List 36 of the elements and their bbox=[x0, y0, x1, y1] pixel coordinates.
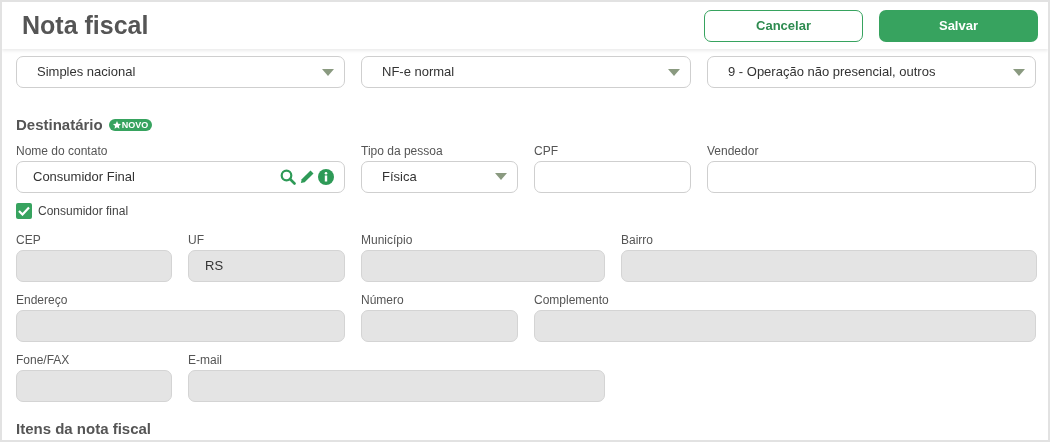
caret-icon bbox=[495, 173, 507, 180]
field-label: Fone/FAX bbox=[16, 351, 71, 368]
field-label: Bairro bbox=[621, 231, 654, 248]
field-label: UF bbox=[188, 231, 205, 248]
caret-icon bbox=[668, 68, 680, 76]
select-field[interactable]: Simples nacional bbox=[16, 56, 345, 88]
input-field[interactable] bbox=[707, 160, 1036, 193]
field-label: Número bbox=[361, 291, 405, 308]
pencil-icon[interactable] bbox=[299, 168, 315, 185]
caret-icon bbox=[1013, 68, 1025, 76]
section-title: Destinatário bbox=[16, 115, 103, 135]
select-field[interactable]: NF-e normal bbox=[361, 56, 691, 88]
section-title: Itens da nota fiscal bbox=[16, 419, 153, 438]
field-label: Tipo da pessoa bbox=[361, 142, 444, 159]
checkbox-label: Consumidor final bbox=[38, 202, 129, 220]
select-field[interactable]: 9 - Operação não presencial, outros bbox=[707, 56, 1036, 88]
field-label: Vendedor bbox=[707, 142, 760, 159]
field-label: E-mail bbox=[188, 351, 223, 368]
check-icon bbox=[18, 205, 30, 216]
select-field[interactable]: Física bbox=[361, 160, 518, 193]
cancel-button[interactable]: Cancelar bbox=[704, 9, 863, 42]
info-icon[interactable] bbox=[318, 168, 334, 185]
checkbox[interactable] bbox=[16, 202, 32, 219]
input-field[interactable] bbox=[534, 160, 691, 193]
field-label: Nome do contato bbox=[16, 142, 109, 159]
page-title: Nota fiscal bbox=[22, 9, 149, 41]
new-badge: NOVO bbox=[108, 119, 153, 132]
field-label: CPF bbox=[534, 142, 559, 159]
field-label: Município bbox=[361, 231, 414, 248]
field-label: CEP bbox=[16, 231, 42, 248]
caret-icon bbox=[322, 68, 334, 76]
star-icon bbox=[112, 121, 121, 130]
field-label: Endereço bbox=[16, 291, 69, 308]
field-label: Complemento bbox=[534, 291, 610, 308]
input-field[interactable]: Consumidor Final bbox=[16, 160, 345, 193]
search-icon[interactable] bbox=[280, 168, 296, 185]
